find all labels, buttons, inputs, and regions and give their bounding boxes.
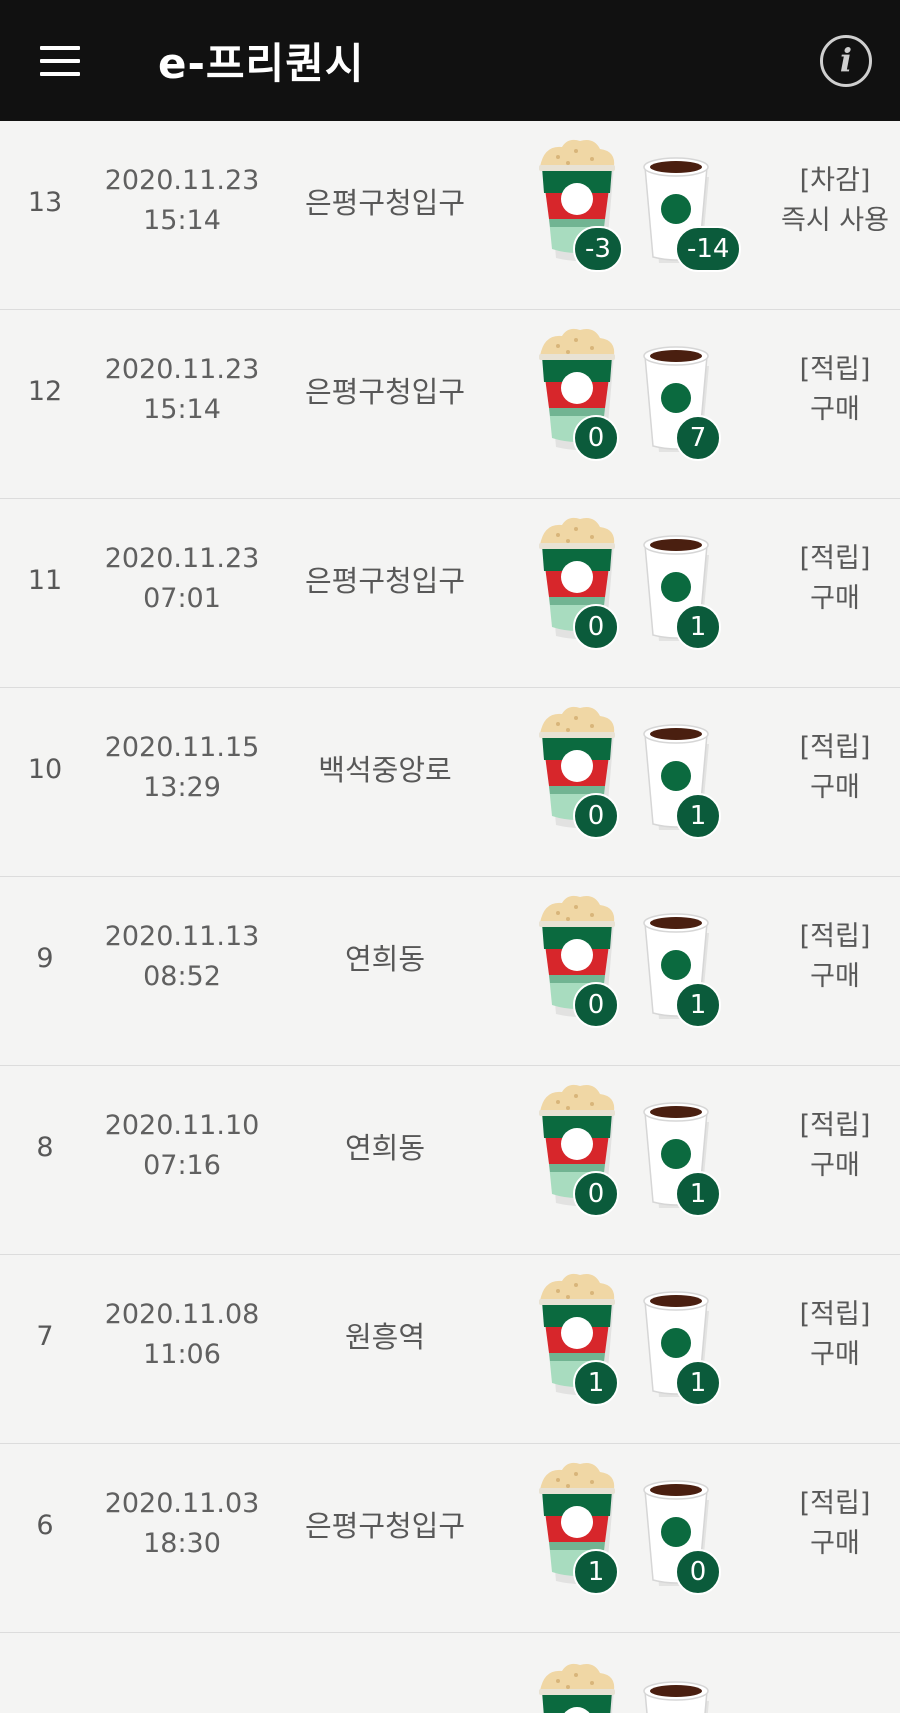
frap-count-badge: 1 — [573, 1360, 619, 1406]
coffee-count-badge: 1 — [675, 1171, 721, 1217]
row-desc: 구매 — [810, 1339, 860, 1370]
row-store: 은평구청입구 — [304, 564, 466, 598]
row-datetime: 2020.11.08 11:06 — [92, 1295, 272, 1375]
row-store: 은평구청입구 — [304, 375, 466, 409]
row-type: [적립] — [799, 1110, 871, 1141]
row-datetime: 2020.11.23 15:14 — [92, 161, 272, 241]
row-desc: 구매 — [810, 772, 860, 803]
coffee-count-badge: 1 — [675, 982, 721, 1028]
coffee-count-badge: 0 — [675, 1549, 721, 1595]
frap-count-badge: -3 — [573, 226, 623, 272]
row-datetime: 2020.11.10 07:16 — [92, 1106, 272, 1186]
row-datetime: 2020.11.23 15:14 — [92, 350, 272, 430]
row-status: [적립] 구매 — [770, 350, 900, 430]
history-row[interactable]: 6 2020.11.03 18:30 은평구청입구 1 0 [적립] 구매 — [0, 1444, 900, 1633]
row-date: 2020.11.08 — [104, 1299, 260, 1330]
row-date: 2020.11.15 — [104, 732, 260, 763]
row-store: 은평구청입구 — [304, 186, 466, 220]
row-type: [적립] — [799, 543, 871, 574]
row-number: 6 — [36, 1510, 54, 1541]
row-type: [적립] — [799, 1488, 871, 1519]
info-icon[interactable]: i — [820, 35, 872, 87]
row-status: [적립] 구매 — [770, 728, 900, 808]
frap-count-badge: 0 — [573, 982, 619, 1028]
frap-count-badge: 1 — [573, 1549, 619, 1595]
history-row[interactable]: 9 2020.11.13 08:52 연희동 0 1 [적립] 구매 — [0, 877, 900, 1066]
row-time: 15:14 — [143, 394, 221, 425]
row-number: 9 — [36, 943, 54, 974]
row-desc: 구매 — [810, 1528, 860, 1559]
history-row-partial — [0, 1633, 900, 1713]
history-list: 13 2020.11.23 15:14 은평구청입구 -3 -14 [차감] 즉시 사용 12 2… — [0, 121, 900, 1713]
row-date: 2020.11.23 — [104, 165, 260, 196]
history-row[interactable]: 10 2020.11.15 13:29 백석중앙로 0 1 [적립] 구매 — [0, 688, 900, 877]
row-store: 백석중앙로 — [318, 753, 452, 787]
row-time: 08:52 — [143, 961, 221, 992]
history-row[interactable]: 13 2020.11.23 15:14 은평구청입구 -3 -14 [차감] 즉시 사용 — [0, 121, 900, 310]
row-status: [적립] 구매 — [770, 1484, 900, 1564]
row-time: 15:14 — [143, 205, 221, 236]
row-store: 연희동 — [344, 942, 426, 976]
coffee-count-badge: 1 — [675, 793, 721, 839]
history-row[interactable]: 7 2020.11.08 11:06 원흥역 1 1 [적립] 구매 — [0, 1255, 900, 1444]
row-desc: 구매 — [810, 583, 860, 614]
row-type: [적립] — [799, 1299, 871, 1330]
row-datetime: 2020.11.03 18:30 — [92, 1484, 272, 1564]
row-time: 07:01 — [143, 583, 221, 614]
row-time: 13:29 — [143, 772, 221, 803]
row-desc: 구매 — [810, 394, 860, 425]
row-number: 10 — [27, 754, 63, 785]
row-time: 07:16 — [143, 1150, 221, 1181]
frap-count-badge: 0 — [573, 604, 619, 650]
row-number: 7 — [36, 1321, 54, 1352]
row-type: [적립] — [799, 354, 871, 385]
row-desc: 즉시 사용 — [781, 205, 889, 236]
row-time: 18:30 — [143, 1528, 221, 1559]
row-date: 2020.11.23 — [104, 543, 260, 574]
row-desc: 구매 — [810, 1150, 860, 1181]
app-header: e-프리퀀시 i — [0, 0, 900, 121]
row-number: 11 — [27, 565, 63, 596]
row-time: 11:06 — [143, 1339, 221, 1370]
history-row[interactable]: 8 2020.11.10 07:16 연희동 0 1 [적립] 구매 — [0, 1066, 900, 1255]
history-row[interactable]: 11 2020.11.23 07:01 은평구청입구 0 1 [적립] 구매 — [0, 499, 900, 688]
row-type: [적립] — [799, 921, 871, 952]
row-datetime: 2020.11.13 08:52 — [92, 917, 272, 997]
frappuccino-cup-icon — [536, 1661, 618, 1713]
row-datetime: 2020.11.23 07:01 — [92, 539, 272, 619]
row-status: [차감] 즉시 사용 — [770, 161, 900, 241]
row-date: 2020.11.23 — [104, 354, 260, 385]
row-store: 연희동 — [344, 1131, 426, 1165]
row-date: 2020.11.10 — [104, 1110, 260, 1141]
row-number: 12 — [27, 376, 63, 407]
row-status: [적립] 구매 — [770, 1106, 900, 1186]
coffee-count-badge: 1 — [675, 604, 721, 650]
row-type: [차감] — [799, 165, 871, 196]
row-date: 2020.11.13 — [104, 921, 260, 952]
coffee-cup-icon — [637, 1677, 715, 1713]
coffee-count-badge: -14 — [675, 226, 742, 272]
coffee-count-badge: 7 — [675, 415, 721, 461]
coffee-count-badge: 1 — [675, 1360, 721, 1406]
row-store: 은평구청입구 — [304, 1509, 466, 1543]
row-store: 원흥역 — [344, 1320, 426, 1354]
row-number: 13 — [27, 187, 63, 218]
frap-count-badge: 0 — [573, 1171, 619, 1217]
page-title: e-프리퀀시 — [158, 39, 365, 88]
row-desc: 구매 — [810, 961, 860, 992]
row-status: [적립] 구매 — [770, 1295, 900, 1375]
history-row[interactable]: 12 2020.11.23 15:14 은평구청입구 0 7 [적립] 구매 — [0, 310, 900, 499]
hamburger-menu-icon[interactable] — [34, 42, 86, 80]
frap-count-badge: 0 — [573, 415, 619, 461]
row-date: 2020.11.03 — [104, 1488, 260, 1519]
row-datetime: 2020.11.15 13:29 — [92, 728, 272, 808]
row-number: 8 — [36, 1132, 54, 1163]
row-status: [적립] 구매 — [770, 917, 900, 997]
row-status: [적립] 구매 — [770, 539, 900, 619]
row-type: [적립] — [799, 732, 871, 763]
frap-count-badge: 0 — [573, 793, 619, 839]
